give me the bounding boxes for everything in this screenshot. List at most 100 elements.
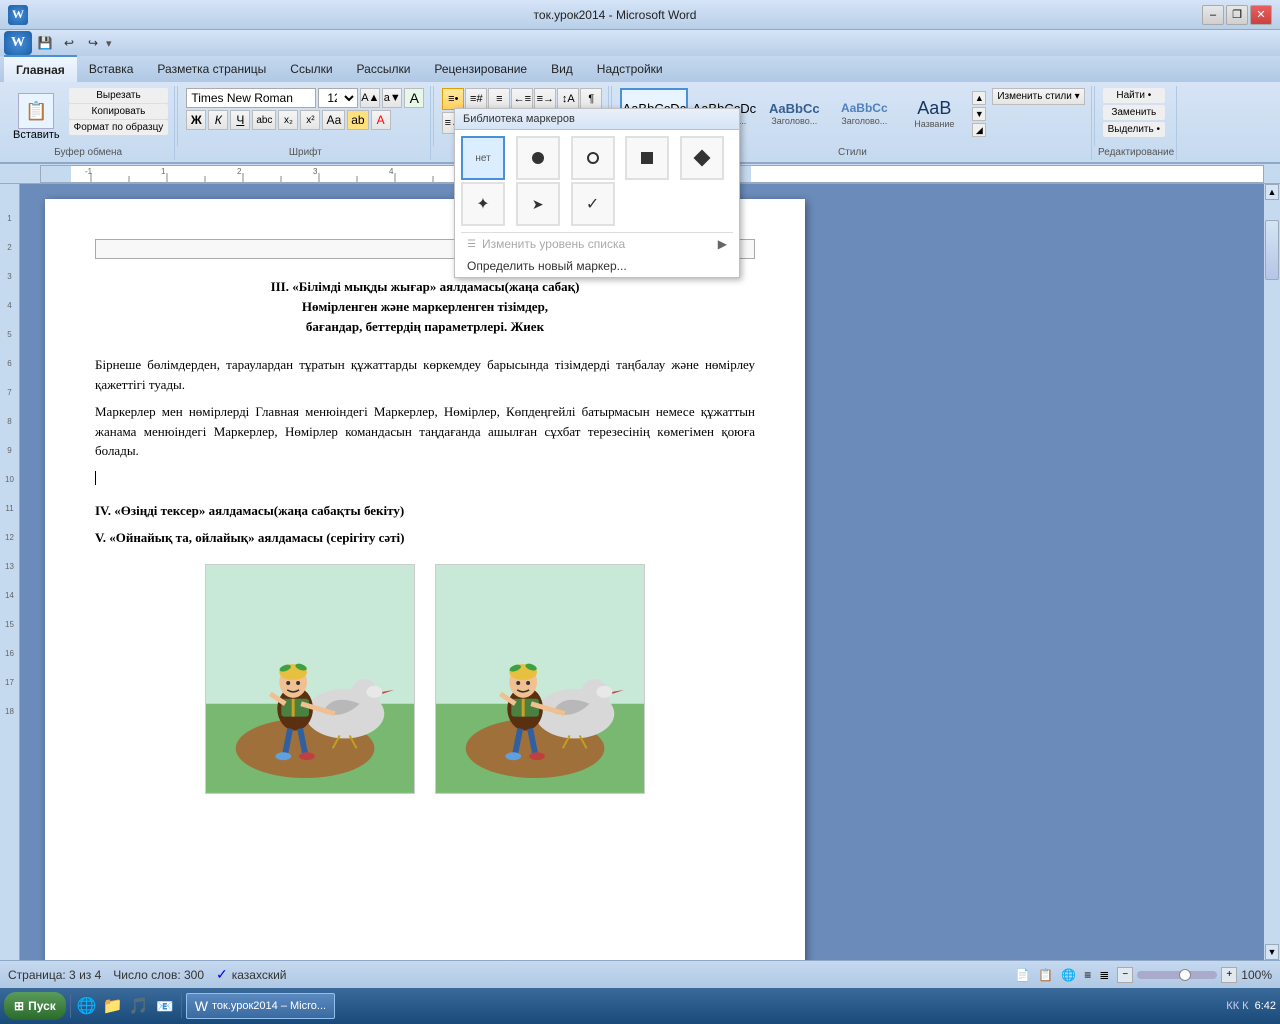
tab-addins[interactable]: Надстройки bbox=[585, 56, 675, 82]
view-fullscreen-button[interactable]: 📋 bbox=[1038, 968, 1053, 982]
office-button[interactable]: W bbox=[4, 31, 32, 55]
bullet-diamond[interactable] bbox=[680, 136, 724, 180]
tab-home[interactable]: Главная bbox=[4, 55, 77, 82]
highlight-button[interactable]: ab bbox=[347, 110, 368, 130]
zoom-out-button[interactable]: − bbox=[1117, 967, 1133, 983]
view-outline-button[interactable]: ≡ bbox=[1084, 968, 1091, 982]
tray-icons: КК К bbox=[1226, 1000, 1248, 1012]
close-button[interactable]: ✕ bbox=[1250, 5, 1272, 25]
outlook-icon[interactable]: 📧 bbox=[153, 994, 177, 1018]
doc-para1: Бірнеше бөлімдерден, тараулардан тұратын… bbox=[95, 355, 755, 394]
paste-button[interactable]: 📋 Вставить bbox=[8, 88, 65, 146]
undo-button[interactable]: ↩ bbox=[58, 33, 80, 53]
doc-heading4: IV. «Өзіңді тексер» аялдамасы(жаңа сабақ… bbox=[95, 501, 755, 521]
select-button[interactable]: Выделить • bbox=[1103, 122, 1165, 137]
window-title: ток.урок2014 - Microsoft Word bbox=[534, 8, 697, 22]
redo-button[interactable]: ↪ bbox=[82, 33, 104, 53]
tab-insert[interactable]: Вставка bbox=[77, 56, 146, 82]
page-status: Страница: 3 из 4 bbox=[8, 968, 101, 982]
case-button[interactable]: Аа bbox=[322, 110, 345, 130]
format-painter-button[interactable]: Формат по образцу bbox=[69, 120, 169, 135]
document-container: III. «Білімді мықды жығар» аялдамасы(жаң… bbox=[20, 184, 1264, 960]
font-color-button[interactable]: A bbox=[371, 110, 391, 130]
bullet-square[interactable] bbox=[625, 136, 669, 180]
style-heading2-preview: AaBbCc Заголово... bbox=[841, 101, 888, 126]
window-controls: – ❐ ✕ bbox=[1202, 5, 1272, 25]
shrink-font-button[interactable]: a▼ bbox=[382, 88, 402, 108]
restore-button[interactable]: ❐ bbox=[1226, 5, 1248, 25]
find-button[interactable]: Найти • bbox=[1103, 88, 1165, 103]
paste-label: Вставить bbox=[13, 129, 60, 141]
word-count: Число слов: 300 bbox=[113, 968, 204, 982]
style-title[interactable]: AaB Название bbox=[900, 88, 968, 140]
bullet-list-button[interactable]: ≡• bbox=[442, 88, 464, 110]
underline-button[interactable]: Ч bbox=[230, 110, 250, 130]
increase-indent-button[interactable]: ≡→ bbox=[534, 88, 556, 110]
paste-icon: 📋 bbox=[18, 93, 54, 129]
zoom-thumb bbox=[1179, 969, 1191, 981]
tab-review[interactable]: Рецензирование bbox=[422, 56, 539, 82]
clock: 6:42 bbox=[1255, 1000, 1276, 1012]
copy-button[interactable]: Копировать bbox=[69, 104, 169, 119]
start-label: Пуск bbox=[28, 999, 56, 1013]
clipboard-group: 📋 Вставить Вырезать Копировать Формат по… bbox=[2, 86, 175, 160]
tab-view[interactable]: Вид bbox=[539, 56, 585, 82]
view-normal-button[interactable]: 📄 bbox=[1015, 968, 1030, 982]
decrease-indent-button[interactable]: ←≡ bbox=[511, 88, 533, 110]
view-web-button[interactable]: 🌐 bbox=[1061, 968, 1076, 982]
save-button[interactable]: 💾 bbox=[34, 33, 56, 53]
bullet-diamond-shape bbox=[694, 150, 711, 167]
svg-text:2: 2 bbox=[237, 167, 242, 176]
multilevel-list-button[interactable]: ≡ bbox=[488, 88, 510, 110]
ie-icon[interactable]: 🌐 bbox=[75, 994, 99, 1018]
document[interactable]: III. «Білімді мықды жығар» аялдамасы(жаң… bbox=[45, 199, 805, 960]
tab-layout[interactable]: Разметка страницы bbox=[145, 56, 278, 82]
view-draft-button[interactable]: ≣ bbox=[1099, 968, 1109, 982]
superscript-button[interactable]: x² bbox=[300, 110, 320, 130]
cut-button[interactable]: Вырезать bbox=[69, 88, 169, 103]
minimize-button[interactable]: – bbox=[1202, 5, 1224, 25]
bullet-check[interactable]: ✓ bbox=[571, 182, 615, 226]
explorer-icon[interactable]: 📁 bbox=[101, 994, 125, 1018]
taskbar-word-app[interactable]: W ток.урок2014 – Micro... bbox=[186, 993, 335, 1019]
tab-mailings[interactable]: Рассылки bbox=[345, 56, 423, 82]
change-styles-button[interactable]: Изменить стили ▾ bbox=[992, 88, 1084, 105]
scroll-down-button[interactable]: ▼ bbox=[1265, 944, 1279, 960]
italic-button[interactable]: К bbox=[208, 110, 228, 130]
styles-scroll-up[interactable]: ▲ bbox=[972, 91, 986, 105]
strikethrough-button[interactable]: аbc bbox=[252, 110, 276, 130]
scroll-up-button[interactable]: ▲ bbox=[1265, 184, 1279, 200]
bullet-star[interactable]: ✦ bbox=[461, 182, 505, 226]
editing-buttons: Найти • Заменить Выделить • bbox=[1103, 88, 1165, 137]
svg-text:3: 3 bbox=[313, 167, 318, 176]
bullet-arrow[interactable]: ➤ bbox=[516, 182, 560, 226]
zoom-slider[interactable] bbox=[1137, 971, 1217, 979]
styles-more[interactable]: ◢ bbox=[972, 123, 986, 137]
replace-button[interactable]: Заменить bbox=[1103, 105, 1165, 120]
word-taskbar-icon: W bbox=[195, 998, 208, 1014]
clear-format-button[interactable]: A bbox=[404, 88, 424, 108]
show-marks-button[interactable]: ¶ bbox=[580, 88, 602, 110]
define-new-marker-item[interactable]: Определить новый маркер... bbox=[455, 255, 739, 277]
bold-button[interactable]: Ж bbox=[186, 110, 206, 130]
start-button[interactable]: ⊞ Пуск bbox=[4, 992, 66, 1020]
tab-references[interactable]: Ссылки bbox=[278, 56, 344, 82]
media-icon[interactable]: 🎵 bbox=[127, 994, 151, 1018]
bullet-none[interactable]: нет bbox=[461, 136, 505, 180]
grow-font-button[interactable]: A▲ bbox=[360, 88, 380, 108]
styles-scroll-down[interactable]: ▼ bbox=[972, 107, 986, 121]
style-heading2[interactable]: AaBbCc Заголово... bbox=[830, 88, 898, 140]
numbered-list-button[interactable]: ≡# bbox=[465, 88, 487, 110]
zoom-in-button[interactable]: + bbox=[1221, 967, 1237, 983]
font-size-select[interactable]: 12 891011 1416182024 bbox=[318, 88, 358, 108]
font-name-input[interactable] bbox=[186, 88, 316, 108]
scroll-thumb[interactable] bbox=[1265, 220, 1279, 280]
style-heading1[interactable]: AaBbCc Заголово... bbox=[760, 88, 828, 140]
bullet-ring[interactable] bbox=[571, 136, 615, 180]
title-bar: W ток.урок2014 - Microsoft Word – ❐ ✕ bbox=[0, 0, 1280, 30]
status-bar: Страница: 3 из 4 Число слов: 300 ✓ казах… bbox=[0, 960, 1280, 988]
sort-button[interactable]: ↕A bbox=[557, 88, 579, 110]
bullet-circle[interactable] bbox=[516, 136, 560, 180]
right-scrollbar[interactable]: ▲ ▼ bbox=[1264, 184, 1280, 960]
subscript-button[interactable]: x₂ bbox=[278, 110, 298, 130]
